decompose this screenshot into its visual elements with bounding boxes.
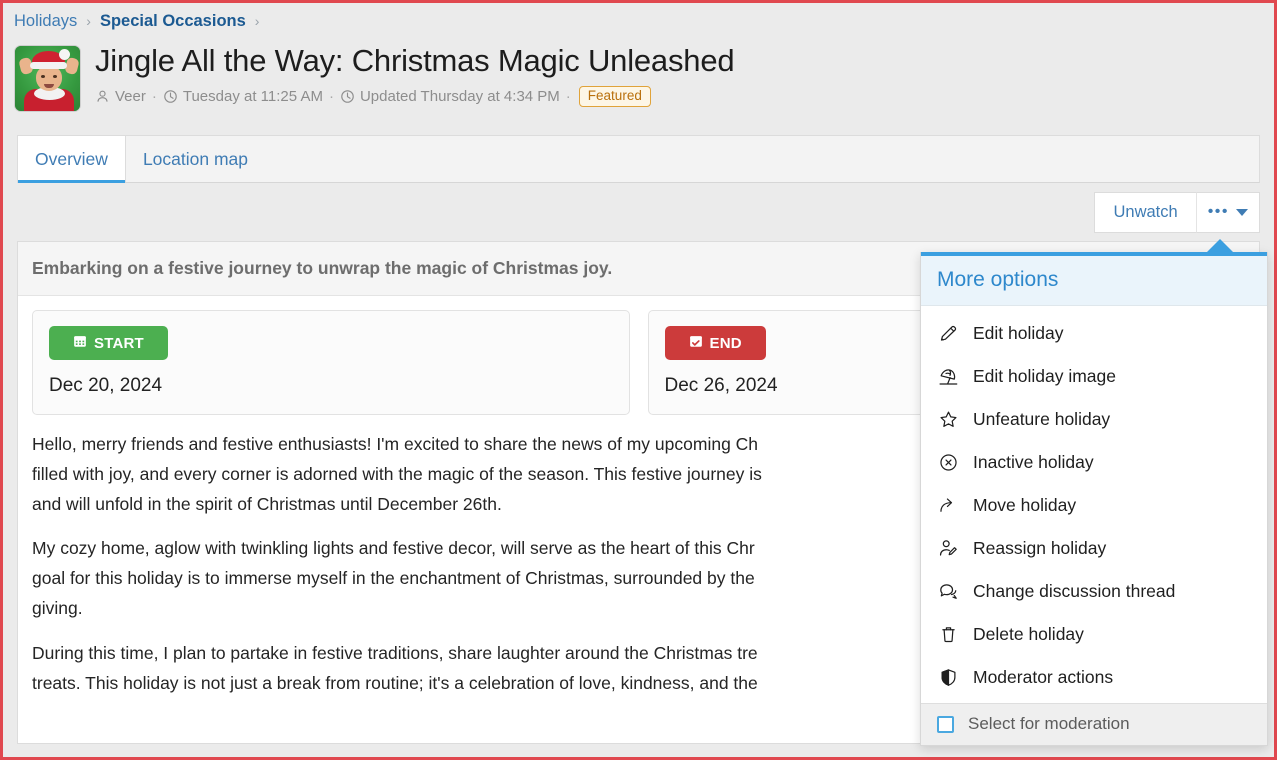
header-text-block: Jingle All the Way: Christmas Magic Unle…: [95, 43, 1274, 107]
menu-item-label: Inactive holiday: [973, 452, 1094, 473]
menu-item-list: Edit holiday Edit holiday image Unfe: [921, 306, 1267, 703]
breadcrumb-item-holidays[interactable]: Holidays: [14, 12, 77, 31]
menu-item-edit-holiday-image[interactable]: Edit holiday image: [921, 355, 1267, 398]
paragraph-line: My cozy home, aglow with twinkling light…: [32, 538, 755, 558]
updated-time: Updated Thursday at 4:34 PM: [360, 88, 560, 105]
arrow-curve-right-icon: [937, 495, 959, 516]
breadcrumb-separator-icon: ›: [255, 14, 260, 28]
meta-dot: ·: [328, 88, 335, 105]
menu-item-label: Delete holiday: [973, 624, 1084, 645]
menu-title: More options: [921, 252, 1267, 306]
tab-overview[interactable]: Overview: [17, 136, 126, 182]
chat-bubbles-icon: [937, 581, 959, 602]
select-for-moderation-item[interactable]: Select for moderation: [921, 703, 1267, 745]
calendar-check-icon: [689, 334, 703, 352]
menu-item-edit-holiday[interactable]: Edit holiday: [921, 312, 1267, 355]
start-badge: START: [49, 326, 168, 360]
status-badge-featured: Featured: [579, 86, 651, 108]
start-date-card: START Dec 20, 2024: [32, 310, 630, 415]
page-title: Jingle All the Way: Christmas Magic Unle…: [95, 43, 1274, 80]
start-badge-label: START: [94, 335, 144, 352]
chevron-down-icon: [1236, 209, 1248, 216]
star-outline-icon: [937, 409, 959, 430]
tab-bar: Overview Location map: [17, 135, 1260, 183]
person-icon: [95, 89, 110, 104]
paragraph-line: Hello, merry friends and festive enthusi…: [32, 434, 758, 454]
menu-item-label: Edit holiday: [973, 323, 1063, 344]
menu-item-move-holiday[interactable]: Move holiday: [921, 484, 1267, 527]
menu-item-label: Unfeature holiday: [973, 409, 1110, 430]
trash-icon: [937, 624, 959, 645]
unwatch-button[interactable]: Unwatch: [1094, 192, 1196, 233]
ellipsis-icon: •••: [1208, 204, 1229, 220]
menu-item-label: Moderator actions: [973, 667, 1113, 688]
select-for-moderation-label: Select for moderation: [968, 714, 1130, 734]
beach-umbrella-icon: [937, 366, 959, 387]
menu-item-label: Edit holiday image: [973, 366, 1116, 387]
pencil-icon: [937, 323, 959, 344]
avatar-hat-band: [30, 62, 67, 69]
menu-item-reassign-holiday[interactable]: Reassign holiday: [921, 527, 1267, 570]
menu-item-unfeature-holiday[interactable]: Unfeature holiday: [921, 398, 1267, 441]
shield-icon: [937, 667, 959, 688]
created-meta: Tuesday at 11:25 AM: [163, 88, 323, 105]
avatar-eye-left: [41, 75, 45, 78]
tab-location-map[interactable]: Location map: [126, 136, 265, 182]
start-date-value: Dec 20, 2024: [49, 375, 613, 397]
paragraph-line: giving.: [32, 598, 83, 618]
end-badge: END: [665, 326, 766, 360]
clock-icon: [340, 89, 355, 104]
more-options-button[interactable]: •••: [1196, 192, 1260, 233]
author-name: Veer: [115, 88, 146, 105]
menu-item-label: Move holiday: [973, 495, 1076, 516]
avatar-hat-pompom: [59, 49, 70, 60]
menu-item-label: Reassign holiday: [973, 538, 1106, 559]
menu-callout-arrow-icon: [1206, 239, 1234, 253]
calendar-icon: [73, 334, 87, 352]
breadcrumb-item-special-occasions[interactable]: Special Occasions: [100, 12, 246, 31]
clock-icon: [163, 89, 178, 104]
meta-dot: ·: [565, 88, 572, 105]
page-metadata: Veer · Tuesday at 11:25 AM ·: [95, 86, 1274, 108]
breadcrumb-separator-icon: ›: [86, 14, 91, 28]
paragraph-line: During this time, I plan to partake in f…: [32, 643, 758, 663]
avatar-eye-right: [53, 75, 57, 78]
end-badge-label: END: [710, 335, 742, 352]
updated-meta: Updated Thursday at 4:34 PM: [340, 88, 560, 105]
action-toolbar: Unwatch •••: [3, 183, 1274, 241]
paragraph-line: goal for this holiday is to immerse myse…: [32, 568, 755, 588]
circle-x-icon: [937, 452, 959, 473]
page-header: Jingle All the Way: Christmas Magic Unle…: [3, 39, 1274, 131]
meta-dot: ·: [151, 88, 158, 105]
tab-overview-label: Overview: [35, 149, 108, 170]
breadcrumb: Holidays › Special Occasions ›: [3, 3, 1274, 39]
paragraph-line: treats. This holiday is not just a break…: [32, 673, 758, 693]
menu-item-label: Change discussion thread: [973, 581, 1175, 602]
avatar[interactable]: [14, 45, 81, 112]
more-options-menu: More options Edit holiday: [920, 252, 1268, 746]
created-time: Tuesday at 11:25 AM: [183, 88, 323, 105]
moderation-checkbox[interactable]: [937, 716, 954, 733]
menu-item-change-discussion-thread[interactable]: Change discussion thread: [921, 570, 1267, 613]
person-edit-icon: [937, 538, 959, 559]
tab-location-map-label: Location map: [143, 149, 248, 170]
paragraph-line: and will unfold in the spirit of Christm…: [32, 494, 502, 514]
menu-item-inactive-holiday[interactable]: Inactive holiday: [921, 441, 1267, 484]
menu-item-delete-holiday[interactable]: Delete holiday: [921, 613, 1267, 656]
action-button-group: Unwatch •••: [1094, 192, 1260, 233]
author-meta: Veer: [95, 88, 146, 105]
paragraph-line: filled with joy, and every corner is ado…: [32, 464, 762, 484]
menu-item-moderator-actions[interactable]: Moderator actions: [921, 656, 1267, 699]
